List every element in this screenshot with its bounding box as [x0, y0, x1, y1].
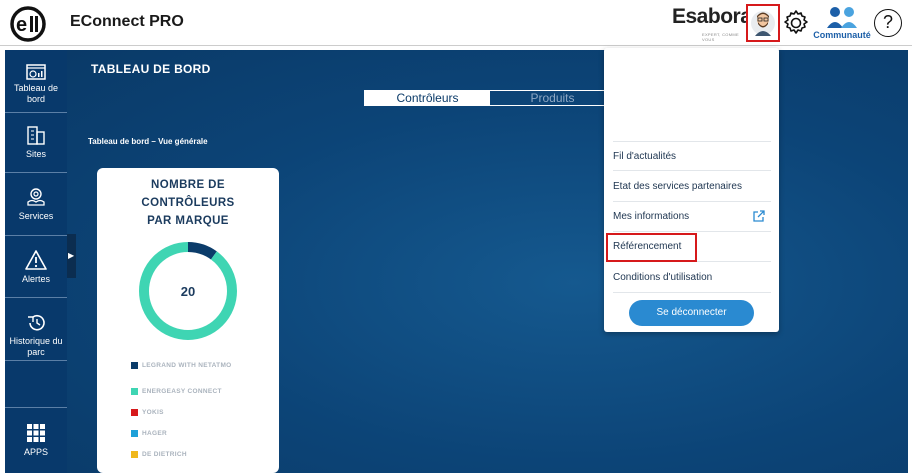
donut-chart: 20: [139, 242, 237, 340]
tab-controleurs[interactable]: Contrôleurs: [365, 91, 490, 105]
highlight-box-referencing: [606, 233, 697, 262]
sidebar-label-services: Services: [18, 211, 54, 221]
sidebar-divider: [5, 172, 67, 173]
econnect-logo-icon[interactable]: e: [10, 6, 46, 42]
sidebar-item-dashboard[interactable]: Tableau de bord: [5, 64, 67, 105]
page-title: TABLEAU DE BORD: [91, 62, 211, 76]
sidebar-item-history[interactable]: Historique du parc: [5, 313, 67, 358]
avatar-icon: [751, 11, 775, 36]
sidebar-label-sites: Sites: [25, 149, 46, 159]
sidebar-item-alerts[interactable]: Alertes: [5, 249, 67, 285]
alert-icon: [25, 250, 47, 270]
menu-item-terms-of-use[interactable]: Conditions d'utilisation: [613, 263, 771, 293]
user-menu-dropdown: Fil d'actualités Etat des services parte…: [604, 48, 779, 332]
app-title: EConnect PRO: [70, 13, 184, 30]
legend-swatch: [131, 388, 138, 395]
sidebar-item-apps[interactable]: APPS: [5, 422, 67, 458]
sidebar-divider: [5, 360, 67, 361]
donut-center-label: 20: [181, 284, 195, 299]
main-content: TABLEAU DE BORD Contrôleurs Produits Tab…: [67, 50, 912, 473]
view-tabs: Contrôleurs Produits: [364, 90, 614, 106]
top-bar: e EConnect PRO Esabora EXPERT, COMME VOU…: [0, 0, 912, 46]
esabora-logo[interactable]: Esabora EXPERT, COMME VOUS: [672, 5, 752, 42]
external-link-icon: [753, 210, 765, 222]
esabora-tagline: EXPERT, COMME VOUS: [702, 32, 739, 42]
menu-item-partner-services-status[interactable]: Etat des services partenaires: [613, 172, 771, 202]
help-button[interactable]: ?: [874, 9, 902, 37]
sidebar-item-sites[interactable]: Sites: [5, 124, 67, 160]
sidebar-label-apps: APPS: [23, 447, 48, 457]
sidebar-divider: [5, 297, 67, 298]
sidebar-label-history: Historique du parc: [9, 336, 63, 357]
sidebar-label-alerts: Alertes: [21, 274, 50, 284]
building-icon: [27, 126, 45, 145]
chart-title: NOMBRE DE CONTRÔLEURS PAR MARQUE: [97, 176, 279, 230]
tab-produits[interactable]: Produits: [490, 91, 615, 105]
services-icon: [27, 188, 45, 206]
community-button[interactable]: Communauté: [812, 4, 872, 42]
sidebar-label-dashboard: Tableau de bord: [13, 83, 59, 104]
sidebar-divider: [5, 235, 67, 236]
community-icon: [827, 7, 857, 28]
esabora-brand-text: Esabora: [672, 5, 752, 28]
logout-button[interactable]: Se déconnecter: [629, 300, 754, 326]
legend-label: HAGER: [142, 430, 167, 437]
gear-icon[interactable]: [782, 9, 810, 37]
community-label: Communauté: [813, 30, 871, 40]
sidebar-collapse-toggle[interactable]: ▶: [67, 234, 76, 278]
section-subtitle: Tableau de bord – Vue générale: [88, 137, 208, 146]
legend-swatch: [131, 451, 138, 458]
menu-item-my-information-label: Mes informations: [613, 211, 690, 222]
user-avatar-button[interactable]: [746, 4, 780, 42]
legend-label: ENERGEASY CONNECT: [142, 388, 222, 395]
legend-label: YOKIS: [142, 409, 164, 416]
legend-label: LEGRAND WITH NETATMO: [142, 362, 232, 369]
sidebar-divider: [5, 407, 67, 408]
chart-title-text: NOMBRE DE CONTRÔLEURS PAR MARQUE: [141, 179, 235, 227]
legend-swatch: [131, 430, 138, 437]
menu-item-news-feed[interactable]: Fil d'actualités: [613, 141, 771, 171]
apps-grid-icon: [27, 424, 45, 442]
svg-text:e: e: [16, 14, 27, 36]
page-edge: [908, 50, 912, 473]
history-icon: [28, 314, 45, 331]
sidebar: Tableau de bord Sites Services Alertes H…: [5, 50, 67, 473]
legend-swatch: [131, 409, 138, 416]
legend-label: DE DIETRICH: [142, 451, 187, 458]
dashboard-icon: [26, 64, 46, 80]
menu-item-my-information[interactable]: Mes informations: [613, 202, 771, 232]
legend-swatch: [131, 362, 138, 369]
chevron-right-icon: ▶: [68, 251, 75, 260]
sidebar-item-services[interactable]: Services: [5, 186, 67, 222]
sidebar-divider: [5, 112, 67, 113]
chart-card: NOMBRE DE CONTRÔLEURS PAR MARQUE 20 LEGR…: [97, 168, 279, 473]
